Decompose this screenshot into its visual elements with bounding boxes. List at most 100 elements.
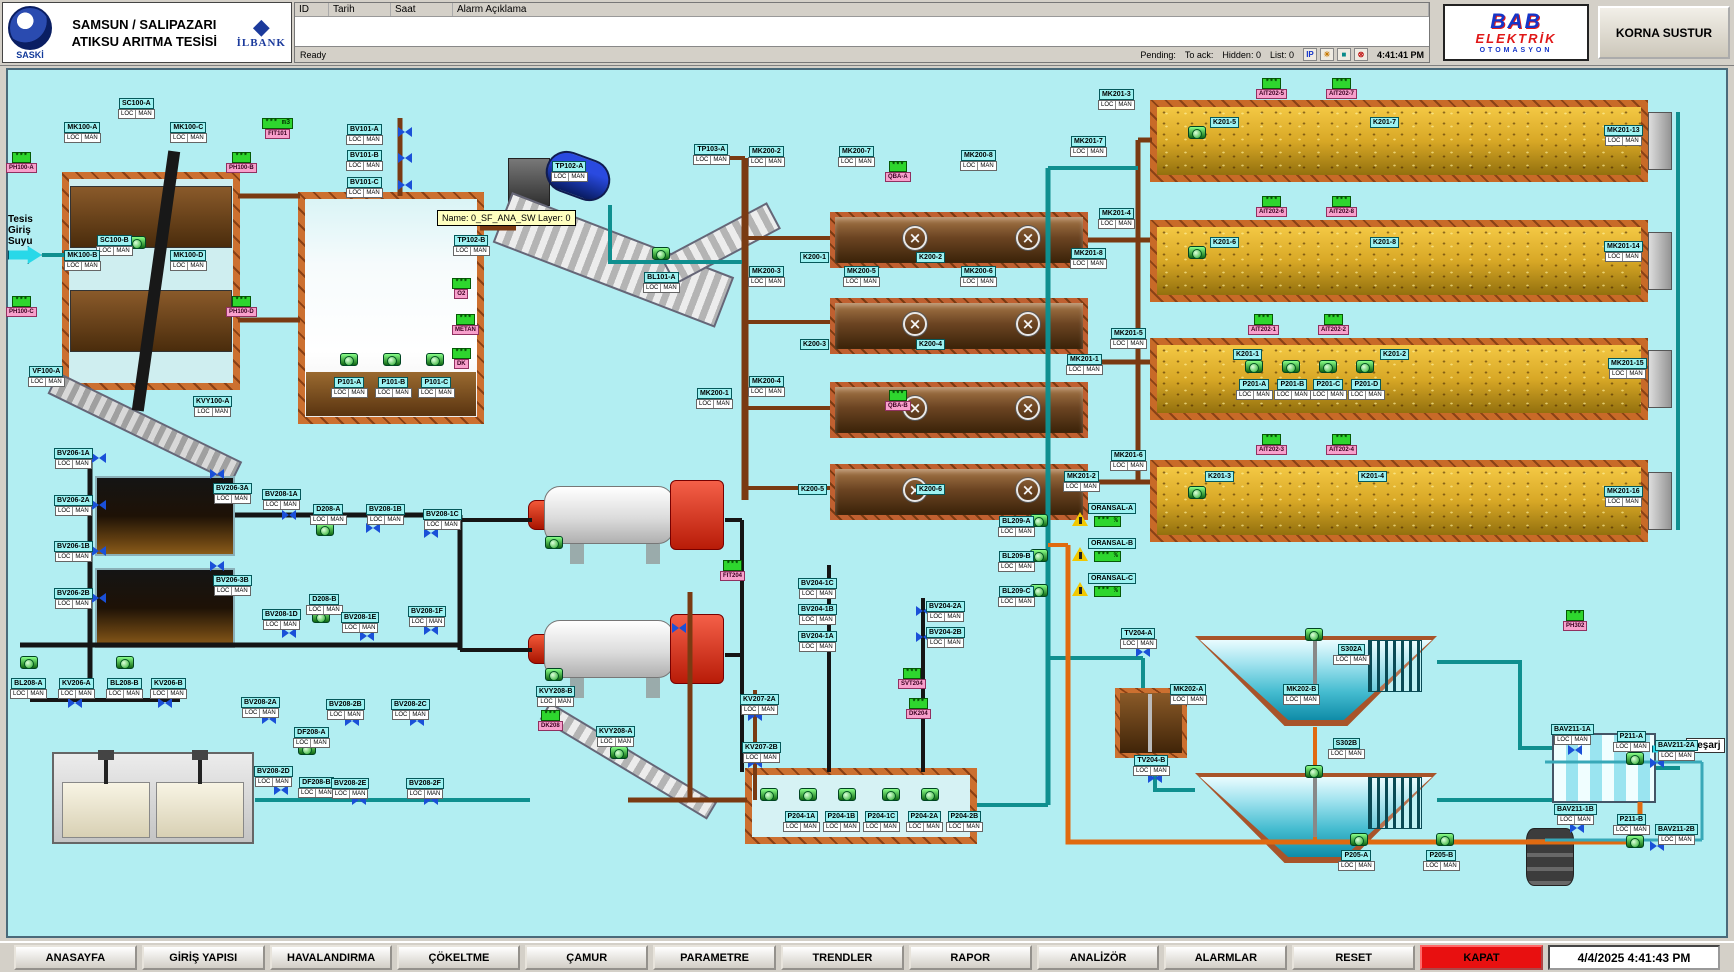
nav-button-anali-z-r[interactable]: ANALİZÖR — [1037, 945, 1160, 970]
equipment-tag-bv208-1c[interactable]: BV208-1CLOCMAN — [423, 509, 462, 530]
equipment-tag-bav211-2a[interactable]: BAV211-2ALOCMAN — [1655, 740, 1698, 761]
pump-icon[interactable] — [1319, 360, 1337, 373]
display-icon[interactable]: ■ — [1337, 48, 1351, 61]
equipment-tag-bv204-1b[interactable]: BV204-1BLOCMAN — [798, 604, 837, 625]
pump-icon[interactable] — [116, 656, 134, 669]
pump-icon[interactable] — [652, 247, 670, 260]
equipment-tag-kvy100-a[interactable]: KVY100-ALOCMAN — [193, 396, 232, 417]
equipment-tag-tp103-a[interactable]: TP103-ALOCMAN — [693, 144, 730, 165]
equipment-tag-kv207-2b[interactable]: KV207-2BLOCMAN — [742, 742, 781, 763]
equipment-tag-k201-2[interactable]: K201-2 — [1380, 349, 1409, 360]
equipment-tag-bl209-a[interactable]: BL209-ALOCMAN — [998, 516, 1035, 537]
valve-icon[interactable] — [398, 179, 412, 191]
equipment-tag-mk202-a[interactable]: MK202-ALOCMAN — [1170, 684, 1207, 705]
valve-icon[interactable] — [398, 126, 412, 138]
alarm-list[interactable] — [295, 17, 1429, 46]
pump-icon[interactable] — [1245, 360, 1263, 373]
equipment-tag-k201-7[interactable]: K201-7 — [1370, 117, 1399, 128]
equipment-tag-mk201-6[interactable]: MK201-6LOCMAN — [1110, 450, 1147, 471]
equipment-tag-mk201-4[interactable]: MK201-4LOCMAN — [1098, 208, 1135, 229]
equipment-tag-df208-b[interactable]: DF208-BLOCMAN — [298, 777, 335, 798]
equipment-tag-p211-a[interactable]: P211-ALOCMAN — [1613, 731, 1650, 752]
equipment-tag-bv101-c[interactable]: BV101-CLOCMAN — [346, 177, 383, 198]
equipment-tag-p205-a[interactable]: P205-ALOCMAN — [1338, 850, 1375, 871]
equipment-tag-mk200-1[interactable]: MK200-1LOCMAN — [696, 388, 733, 409]
equipment-tag-bv208-1f[interactable]: BV208-1FLOCMAN — [408, 606, 446, 627]
equipment-tag-bv208-2c[interactable]: BV208-2CLOCMAN — [391, 699, 430, 720]
pump-icon[interactable] — [1626, 835, 1644, 848]
mixer-icon[interactable]: × — [903, 226, 927, 250]
equipment-tag-mk201-8[interactable]: MK201-8LOCMAN — [1070, 248, 1107, 269]
equipment-tag-bl208-b[interactable]: BL208-BLOCMAN — [106, 678, 143, 699]
equipment-tag-mk201-7[interactable]: MK201-7LOCMAN — [1070, 136, 1107, 157]
equipment-tag-bv208-2b[interactable]: BV208-2BLOCMAN — [326, 699, 365, 720]
equipment-tag-p211-b[interactable]: P211-BLOCMAN — [1613, 814, 1650, 835]
lamp-icon[interactable]: ☀ — [1320, 48, 1334, 61]
equipment-tag-bv208-2f[interactable]: BV208-2FLOCMAN — [406, 778, 444, 799]
equipment-tag-tv204-a[interactable]: TV204-ALOCMAN — [1120, 628, 1157, 649]
equipment-tag-mk201-3[interactable]: MK201-3LOCMAN — [1098, 89, 1135, 110]
pump-icon[interactable] — [882, 788, 900, 801]
equipment-tag-mk201-1[interactable]: MK201-1LOCMAN — [1066, 354, 1103, 375]
equipment-tag-mk200-5[interactable]: MK200-5LOCMAN — [843, 266, 880, 287]
equipment-tag-bv208-1a[interactable]: BV208-1ALOCMAN — [262, 489, 301, 510]
equipment-tag-bl209-b[interactable]: BL209-BLOCMAN — [998, 551, 1035, 572]
equipment-tag-mk200-2[interactable]: MK200-2LOCMAN — [748, 146, 785, 167]
nav-button-havalandirma[interactable]: HAVALANDIRMA — [270, 945, 393, 970]
valve-icon[interactable] — [210, 468, 224, 480]
equipment-tag-bv206-2a[interactable]: BV206-2ALOCMAN — [54, 495, 93, 516]
equipment-tag-mk201-14[interactable]: MK201-14LOCMAN — [1604, 241, 1643, 262]
equipment-tag-k201-1[interactable]: K201-1 — [1233, 349, 1262, 360]
mixer-icon[interactable]: × — [903, 312, 927, 336]
equipment-tag-p204-1a[interactable]: P204-1ALOCMAN — [783, 811, 820, 832]
equipment-tag-kv206-a[interactable]: KV206-ALOCMAN — [58, 678, 95, 699]
pump-icon[interactable] — [545, 668, 563, 681]
valve-icon[interactable] — [92, 545, 106, 557]
nav-button-alarmlar[interactable]: ALARMLAR — [1164, 945, 1287, 970]
equipment-tag-bav211-2b[interactable]: BAV211-2BLOCMAN — [1655, 824, 1698, 845]
pump-icon[interactable] — [921, 788, 939, 801]
equipment-tag-bv101-b[interactable]: BV101-BLOCMAN — [346, 150, 383, 171]
equipment-tag-sc100-b[interactable]: SC100-BLOCMAN — [96, 235, 133, 256]
equipment-tag-bv204-1a[interactable]: BV204-1ALOCMAN — [798, 631, 837, 652]
pump-icon[interactable] — [383, 353, 401, 366]
pump-icon[interactable] — [838, 788, 856, 801]
pump-icon[interactable] — [1626, 752, 1644, 765]
equipment-tag-bv208-1e[interactable]: BV208-1ELOCMAN — [341, 612, 379, 633]
equipment-tag-s302a[interactable]: S302ALOCMAN — [1333, 644, 1370, 665]
equipment-tag-s302b[interactable]: S302BLOCMAN — [1328, 738, 1365, 759]
pump-icon[interactable] — [20, 656, 38, 669]
equipment-tag-bv204-2a[interactable]: BV204-2ALOCMAN — [926, 601, 965, 622]
pump-icon[interactable] — [1356, 360, 1374, 373]
centrifuge-1[interactable] — [528, 478, 726, 566]
equipment-tag-bv208-2d[interactable]: BV208-2DLOCMAN — [254, 766, 293, 787]
equipment-tag-k200-4[interactable]: K200-4 — [916, 339, 945, 350]
equipment-tag-k201-5[interactable]: K201-5 — [1210, 117, 1239, 128]
equipment-tag-kvy208-a[interactable]: KVY208-ALOCMAN — [596, 726, 635, 747]
equipment-tag-mk100-d[interactable]: MK100-DLOCMAN — [170, 250, 207, 271]
mixer-icon[interactable]: × — [1016, 396, 1040, 420]
equipment-tag-p201-b[interactable]: P201-BLOCMAN — [1274, 379, 1311, 400]
equipment-tag-bv206-1b[interactable]: BV206-1BLOCMAN — [54, 541, 93, 562]
nav-button-anasayfa[interactable]: ANASAYFA — [14, 945, 137, 970]
equipment-tag-mk201-13[interactable]: MK201-13LOCMAN — [1604, 125, 1643, 146]
equipment-tag-k200-6[interactable]: K200-6 — [916, 484, 945, 495]
equipment-tag-kv207-2a[interactable]: KV207-2ALOCMAN — [740, 694, 779, 715]
valve-icon[interactable] — [92, 452, 106, 464]
equipment-tag-p204-2b[interactable]: P204-2BLOCMAN — [946, 811, 983, 832]
equipment-tag-bv204-1c[interactable]: BV204-1CLOCMAN — [798, 578, 837, 599]
pump-icon[interactable] — [545, 536, 563, 549]
equipment-tag-p201-a[interactable]: P201-ALOCMAN — [1236, 379, 1273, 400]
equipment-tag-bv206-3a[interactable]: BV206-3ALOCMAN — [213, 483, 252, 504]
equipment-tag-mk201-16[interactable]: MK201-16LOCMAN — [1604, 486, 1643, 507]
equipment-tag-bv208-2a[interactable]: BV208-2ALOCMAN — [241, 697, 280, 718]
equipment-tag-bav211-1a[interactable]: BAV211-1ALOCMAN — [1551, 724, 1594, 745]
equipment-tag-p201-d[interactable]: P201-DLOCMAN — [1348, 379, 1385, 400]
equipment-tag-vf100-a[interactable]: VF100-ALOCMAN — [28, 366, 65, 387]
pump-icon[interactable] — [1305, 628, 1323, 641]
valve-icon[interactable] — [92, 592, 106, 604]
mixer-icon[interactable]: × — [1016, 312, 1040, 336]
nav-button-rapor[interactable]: RAPOR — [909, 945, 1032, 970]
equipment-tag-bv206-1a[interactable]: BV206-1ALOCMAN — [54, 448, 93, 469]
nav-button-gi-ri-yapisi[interactable]: GİRİŞ YAPISI — [142, 945, 265, 970]
